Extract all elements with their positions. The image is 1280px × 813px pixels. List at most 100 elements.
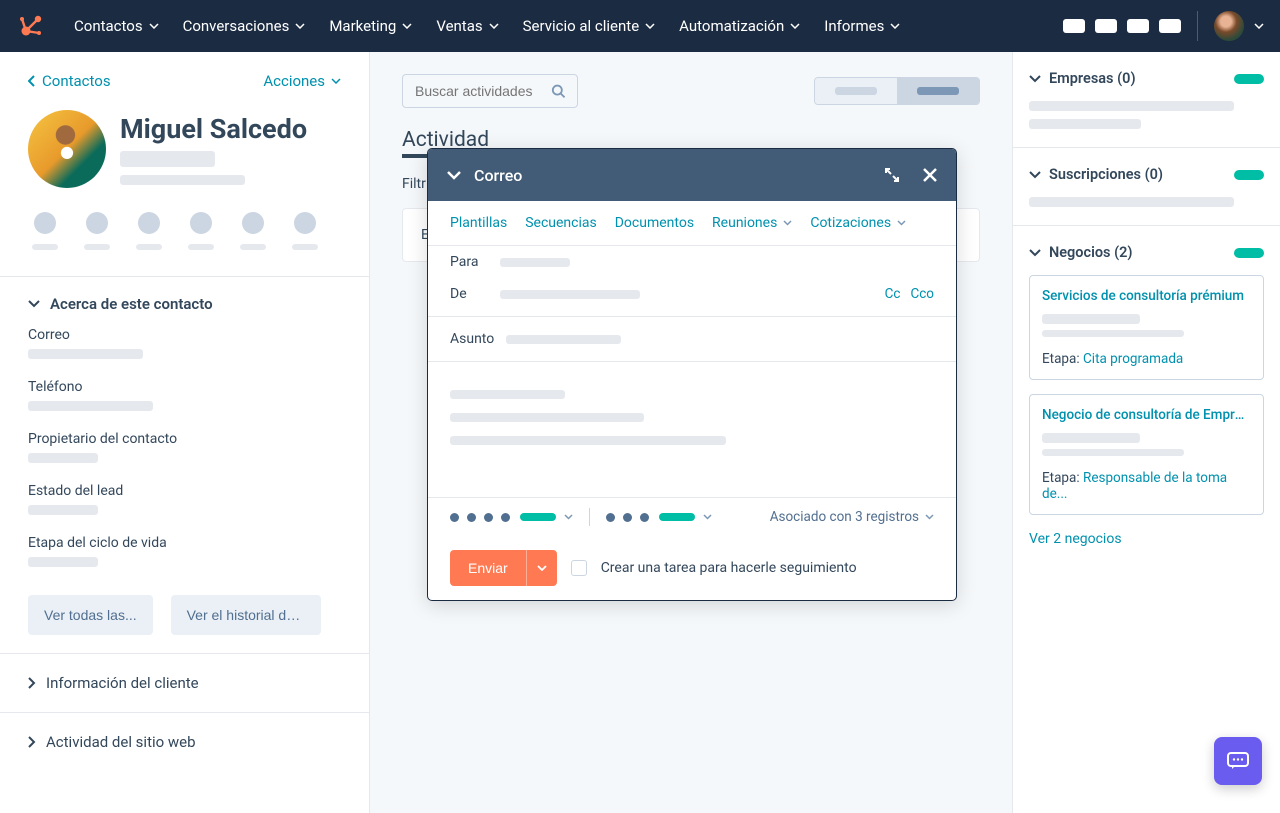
back-contactos[interactable]: Contactos: [28, 72, 111, 90]
nav-placeholder[interactable]: [1063, 19, 1085, 33]
placeholder: [28, 505, 98, 515]
placeholder: [292, 244, 318, 250]
placeholder: [240, 244, 266, 250]
action-circle[interactable]: [190, 212, 212, 234]
cco-button[interactable]: Cco: [910, 286, 934, 302]
search-activities[interactable]: [402, 74, 578, 108]
fmt-dot[interactable]: [501, 513, 510, 522]
asociado-dropdown[interactable]: Asociado con 3 registros: [770, 509, 934, 525]
fmt-dot[interactable]: [484, 513, 493, 522]
create-task-label: Crear una tarea para hacerle seguimiento: [601, 560, 857, 576]
email-body[interactable]: [428, 368, 956, 467]
send-button[interactable]: Enviar: [450, 550, 526, 586]
action-circle[interactable]: [242, 212, 264, 234]
nav-conversaciones[interactable]: Conversaciones: [173, 9, 316, 43]
field-para[interactable]: Para: [428, 246, 956, 278]
search-input[interactable]: [415, 83, 551, 99]
nav-placeholder[interactable]: [1095, 19, 1117, 33]
add-badge[interactable]: [1234, 248, 1264, 258]
tab-plantillas[interactable]: Plantillas: [450, 215, 507, 231]
view-toggle[interactable]: [814, 77, 980, 105]
nav-marketing[interactable]: Marketing: [319, 9, 422, 43]
nav-ventas[interactable]: Ventas: [426, 9, 508, 43]
chevron-down-icon: [1029, 249, 1041, 257]
placeholder: [1042, 314, 1140, 324]
fmt-dot[interactable]: [450, 513, 459, 522]
tab-secuencias[interactable]: Secuencias: [525, 215, 597, 231]
fmt-dot[interactable]: [623, 513, 632, 522]
seg-1[interactable]: [815, 78, 897, 104]
chevron-down-icon[interactable]: [564, 514, 573, 520]
hubspot-logo[interactable]: [16, 11, 46, 41]
user-avatar[interactable]: [1214, 11, 1244, 41]
chevron-down-icon[interactable]: [1254, 23, 1264, 29]
seg-2[interactable]: [897, 78, 979, 104]
tab-reuniones[interactable]: Reuniones: [712, 215, 792, 231]
actividad-sitio-section[interactable]: Actividad del sitio web: [0, 712, 369, 771]
para-label: Para: [450, 254, 500, 270]
nav-placeholder[interactable]: [1159, 19, 1181, 33]
contact-avatar[interactable]: [28, 110, 106, 188]
fmt-dot[interactable]: [640, 513, 649, 522]
close-icon[interactable]: [922, 167, 938, 183]
suscripciones-header[interactable]: Suscripciones (0): [1029, 166, 1264, 183]
chevron-down-icon: [925, 514, 934, 520]
deal-card-2[interactable]: Negocio de consultoría de Empres... Etap…: [1029, 394, 1264, 515]
placeholder: [188, 244, 214, 250]
contact-actions: [28, 212, 341, 276]
placeholder: [450, 436, 726, 445]
fmt-pill[interactable]: [659, 513, 695, 521]
action-circle[interactable]: [34, 212, 56, 234]
nav-contactos[interactable]: Contactos: [64, 9, 169, 43]
nav-informes[interactable]: Informes: [814, 9, 910, 43]
placeholder: [1042, 330, 1184, 337]
deal-title[interactable]: Servicios de consultoría prémium: [1042, 288, 1251, 304]
action-circle[interactable]: [86, 212, 108, 234]
fmt-pill[interactable]: [520, 513, 556, 521]
placeholder: [1042, 433, 1140, 443]
empresas-header[interactable]: Empresas (0): [1029, 70, 1264, 87]
search-icon: [551, 83, 565, 99]
chevron-down-icon: [1029, 171, 1041, 179]
placeholder: [450, 390, 565, 399]
nav-items: Contactos Conversaciones Marketing Venta…: [64, 9, 910, 43]
nav-automatizacion[interactable]: Automatización: [669, 9, 810, 43]
ver-todas-button[interactable]: Ver todas las...: [28, 595, 153, 635]
placeholder: [136, 244, 162, 250]
action-circle[interactable]: [138, 212, 160, 234]
about-section-header[interactable]: Acerca de este contacto: [28, 295, 341, 313]
field-asunto[interactable]: Asunto: [428, 323, 956, 355]
add-badge[interactable]: [1234, 74, 1264, 84]
add-badge[interactable]: [1234, 170, 1264, 180]
chevron-down-icon[interactable]: [703, 514, 712, 520]
chat-button[interactable]: [1214, 737, 1262, 785]
email-title: Correo: [474, 166, 522, 185]
nav-servicio[interactable]: Servicio al cliente: [513, 9, 666, 43]
action-circle[interactable]: [294, 212, 316, 234]
chevron-right-icon: [28, 677, 36, 689]
fmt-dot[interactable]: [606, 513, 615, 522]
info-cliente-section[interactable]: Información del cliente: [0, 653, 369, 712]
collapse-icon[interactable]: [446, 170, 462, 180]
expand-icon[interactable]: [884, 167, 900, 183]
send-caret-button[interactable]: [526, 550, 557, 586]
negocios-header[interactable]: Negocios (2): [1029, 244, 1264, 261]
create-task-checkbox[interactable]: [571, 560, 587, 576]
tab-cotizaciones[interactable]: Cotizaciones: [810, 215, 906, 231]
chevron-right-icon: [28, 736, 36, 748]
actions-menu[interactable]: Acciones: [263, 72, 341, 90]
fmt-dot[interactable]: [467, 513, 476, 522]
placeholder: [28, 401, 153, 411]
ver-negocios-link[interactable]: Ver 2 negocios: [1029, 531, 1264, 547]
ver-historial-button[interactable]: Ver el historial de la...: [171, 595, 321, 635]
deal-title[interactable]: Negocio de consultoría de Empres...: [1042, 407, 1251, 423]
chevron-left-icon: [28, 75, 36, 87]
email-composer: Correo Plantillas Secuencias Documentos …: [427, 148, 957, 601]
de-label: De: [450, 286, 500, 302]
deal-card-1[interactable]: Servicios de consultoría prémium Etapa: …: [1029, 275, 1264, 380]
nav-placeholder[interactable]: [1127, 19, 1149, 33]
field-de[interactable]: De Cc Cco: [428, 278, 956, 310]
tab-documentos[interactable]: Documentos: [615, 215, 694, 231]
cc-button[interactable]: Cc: [885, 286, 901, 302]
chevron-down-icon: [783, 220, 792, 226]
